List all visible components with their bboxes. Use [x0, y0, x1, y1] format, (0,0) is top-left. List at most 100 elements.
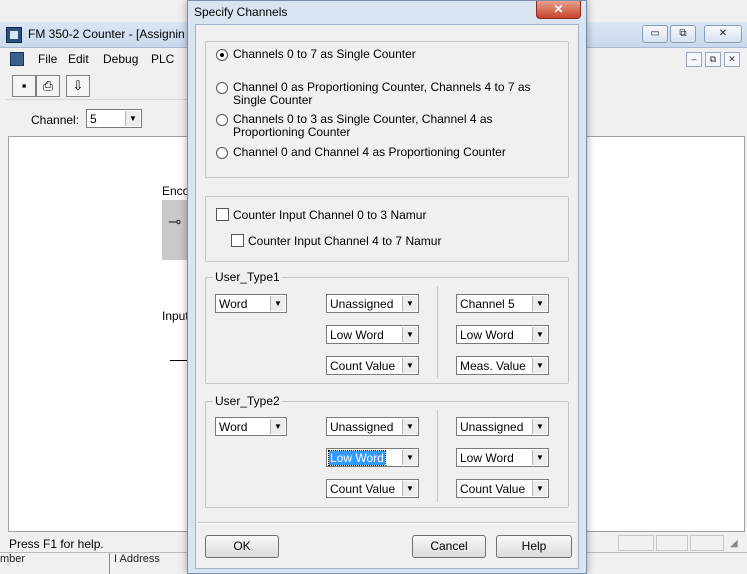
radio-label: Channels 0 to 7 as Single Counter: [233, 47, 416, 61]
mdi-minimize-icon[interactable]: –: [686, 52, 702, 67]
select-value: Unassigned: [460, 420, 524, 434]
chevron-down-icon: ▼: [532, 296, 547, 311]
channel-select[interactable]: 5 ▼: [86, 109, 142, 128]
user-type1-col3-row2-select[interactable]: Low Word ▼: [456, 325, 549, 344]
column-header-number: mber: [0, 553, 26, 565]
namur-4-7-label: Counter Input Channel 4 to 7 Namur: [248, 234, 442, 248]
cancel-button[interactable]: Cancel: [412, 535, 486, 558]
status-text: Press F1 for help.: [9, 537, 104, 551]
select-value: Low Word: [330, 328, 384, 342]
user-type1-col3-row3-select[interactable]: Meas. Value ▼: [456, 356, 549, 375]
user-type1-type-select[interactable]: Word ▼: [215, 294, 287, 313]
radio-button[interactable]: [216, 49, 228, 61]
select-value: Count Value: [330, 359, 396, 373]
ok-button[interactable]: OK: [205, 535, 279, 558]
select-value: Count Value: [460, 482, 526, 496]
select-value: Meas. Value: [460, 359, 526, 373]
select-value: Word: [219, 420, 248, 434]
input-label: Input: [162, 309, 189, 323]
select-value: Count Value: [330, 482, 396, 496]
select-value: Low Word: [328, 450, 386, 466]
user-type2-type-select[interactable]: Word ▼: [215, 417, 287, 436]
chevron-down-icon: ▼: [270, 419, 285, 434]
menu-file[interactable]: File: [38, 52, 57, 66]
radio-button[interactable]: [216, 147, 228, 159]
user-type2-col3-row3-select[interactable]: Count Value ▼: [456, 479, 549, 498]
pulse-icon: ⊸: [168, 214, 182, 231]
chevron-down-icon: ▼: [402, 327, 417, 342]
save-icon[interactable]: ▪: [12, 75, 36, 97]
channel-value: 5: [90, 112, 97, 126]
menu-edit[interactable]: Edit: [68, 52, 89, 66]
chevron-down-icon: ▼: [532, 481, 547, 496]
user-type2-col3-row2-select[interactable]: Low Word ▼: [456, 448, 549, 467]
resize-grip-icon[interactable]: ◢: [730, 538, 742, 550]
app-logo-icon: [6, 27, 22, 43]
column-divider: [109, 553, 110, 574]
document-icon[interactable]: [10, 52, 24, 66]
status-cell: [690, 535, 724, 551]
menu-plc[interactable]: PLC: [151, 52, 174, 66]
channel-mode-group: Channels 0 to 7 as Single Counter Channe…: [205, 41, 569, 178]
chevron-down-icon: ▼: [532, 419, 547, 434]
column-header-address: I Address: [114, 553, 160, 565]
chevron-down-icon: ▼: [402, 419, 417, 434]
chevron-down-icon: ▼: [532, 450, 547, 465]
select-value: Low Word: [460, 328, 514, 342]
user-type1-group: User_Type1 Word ▼ Unassigned ▼ Low Word …: [205, 270, 569, 384]
user-type2-col3-row1-select[interactable]: Unassigned ▼: [456, 417, 549, 436]
chevron-down-icon: ▼: [402, 450, 417, 465]
select-value: Channel 5: [460, 297, 515, 311]
user-type1-col3-row1-select[interactable]: Channel 5 ▼: [456, 294, 549, 313]
select-value: Low Word: [460, 451, 514, 465]
encoder-label: Enco: [162, 184, 190, 198]
user-type2-col2-row2-select[interactable]: Low Word ▼: [326, 448, 419, 467]
chevron-down-icon: ▼: [402, 481, 417, 496]
radio-label: Channel 0 and Channel 4 as Proportioning…: [233, 145, 506, 159]
mdi-close-icon[interactable]: ✕: [724, 52, 740, 67]
radio-button[interactable]: [216, 114, 228, 126]
user-type1-col2-row1-select[interactable]: Unassigned ▼: [326, 294, 419, 313]
button-separator: [198, 522, 576, 524]
select-value: Unassigned: [330, 297, 394, 311]
namur-group: Counter Input Channel 0 to 3 Namur Count…: [205, 196, 569, 262]
user-type2-col2-row1-select[interactable]: Unassigned ▼: [326, 417, 419, 436]
dialog-title: Specify Channels: [194, 5, 288, 19]
chevron-down-icon: ▼: [402, 296, 417, 311]
print-icon[interactable]: ⎙: [36, 75, 60, 97]
dialog-close-icon[interactable]: ✕: [536, 1, 581, 19]
user-type2-col2-row3-select[interactable]: Count Value ▼: [326, 479, 419, 498]
user-type1-col2-row3-select[interactable]: Count Value ▼: [326, 356, 419, 375]
user-type1-col2-row2-select[interactable]: Low Word ▼: [326, 325, 419, 344]
chevron-down-icon: ▼: [402, 358, 417, 373]
help-button[interactable]: Help: [496, 535, 572, 558]
close-icon[interactable]: ✕: [704, 25, 742, 43]
user-type2-group: User_Type2 Word ▼ Unassigned ▼ Low Word …: [205, 394, 569, 508]
download-icon[interactable]: ⇩: [66, 75, 90, 97]
chevron-down-icon: ▼: [125, 111, 140, 126]
column-separator: [437, 286, 438, 378]
select-value: Word: [219, 297, 248, 311]
user-type2-legend: User_Type2: [213, 394, 282, 408]
radio-label: Channel 0 as Proportioning Counter, Chan…: [233, 80, 531, 107]
status-cell: [618, 535, 654, 551]
radio-button[interactable]: [216, 82, 228, 94]
select-value: Unassigned: [330, 420, 394, 434]
specify-channels-dialog: Specify Channels ✕ Channels 0 to 7 as Si…: [187, 0, 587, 574]
namur-0-3-label: Counter Input Channel 0 to 3 Namur: [233, 208, 427, 222]
user-type1-legend: User_Type1: [213, 270, 282, 284]
maximize-icon[interactable]: ⧉: [670, 25, 696, 43]
minimize-icon[interactable]: ▭: [642, 25, 668, 43]
app-title: FM 350-2 Counter - [Assignin: [28, 27, 185, 41]
namur-4-7-checkbox[interactable]: [231, 234, 244, 247]
channel-label: Channel:: [31, 113, 80, 127]
chevron-down-icon: ▼: [270, 296, 285, 311]
namur-0-3-checkbox[interactable]: [216, 208, 229, 221]
status-cell: [656, 535, 688, 551]
chevron-down-icon: ▼: [532, 327, 547, 342]
column-separator: [437, 410, 438, 502]
mdi-restore-icon[interactable]: ⧉: [705, 52, 721, 67]
menu-debug[interactable]: Debug: [103, 52, 138, 66]
radio-label: Channels 0 to 3 as Single Counter, Chann…: [233, 112, 493, 139]
chevron-down-icon: ▼: [532, 358, 547, 373]
